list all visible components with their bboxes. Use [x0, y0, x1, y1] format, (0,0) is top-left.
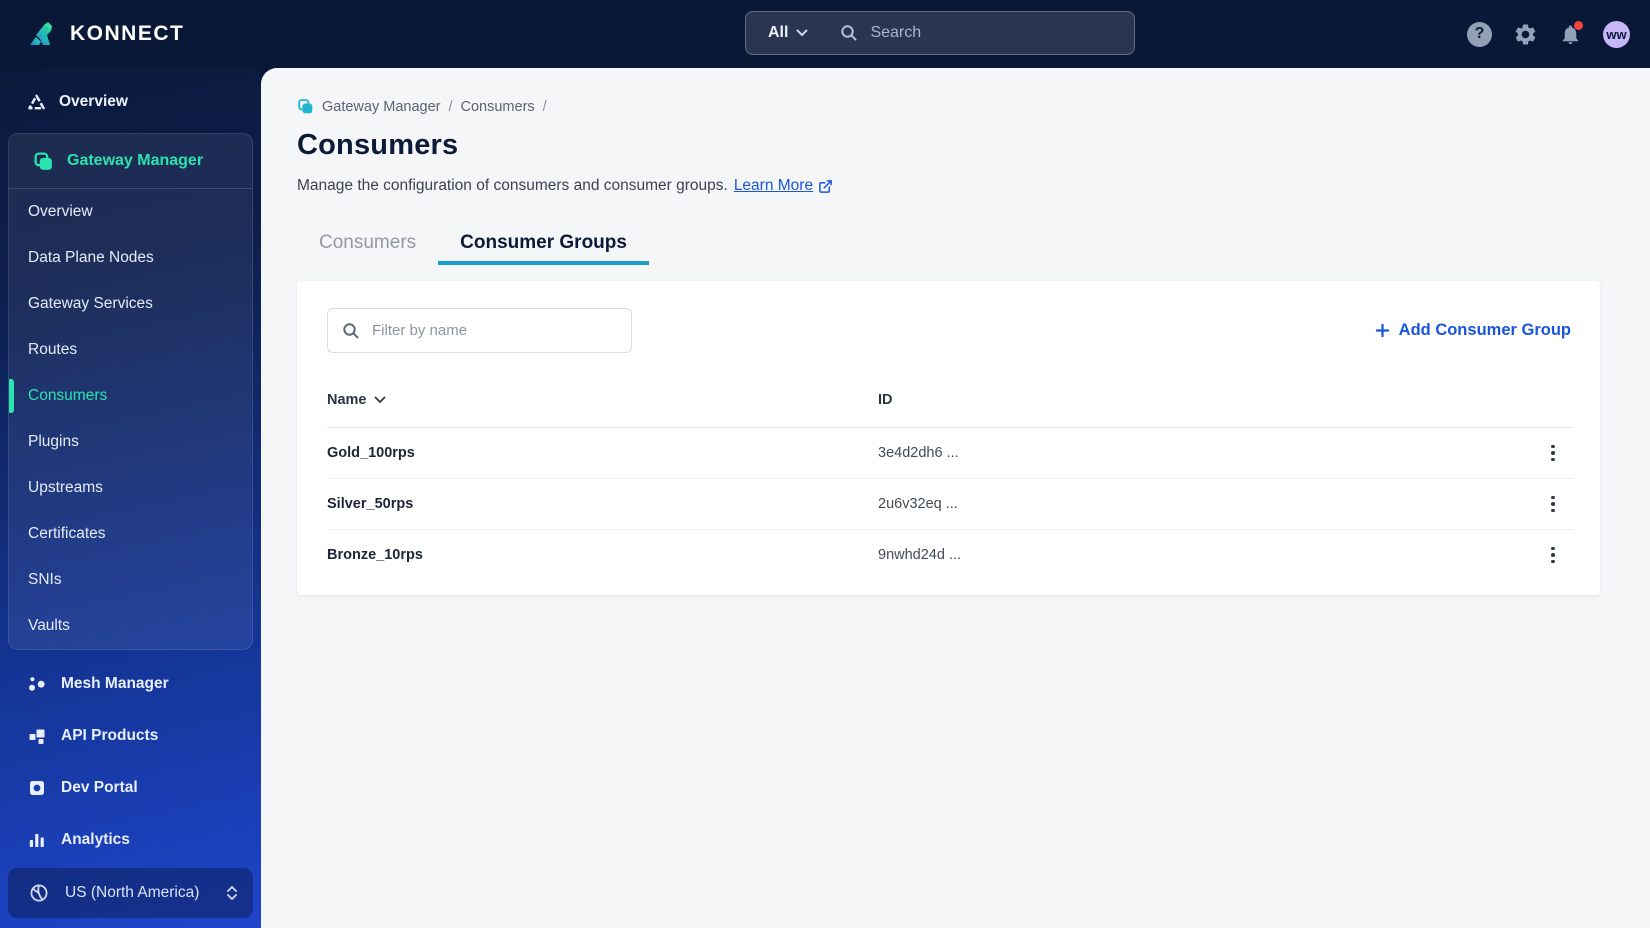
- sidebar-item-certificates[interactable]: Certificates: [9, 511, 252, 557]
- notifications-button[interactable]: [1559, 20, 1583, 46]
- breadcrumb: Gateway Manager / Consumers /: [297, 98, 1600, 115]
- main-content: Gateway Manager / Consumers / Consumers …: [261, 68, 1650, 928]
- column-label: ID: [878, 392, 893, 408]
- region-selector[interactable]: US (North America): [8, 868, 253, 918]
- page-title: Consumers: [297, 129, 459, 161]
- breadcrumb-separator: /: [542, 98, 547, 115]
- sidebar-item-label: Overview: [59, 93, 128, 110]
- dev-portal-icon: [27, 778, 47, 798]
- sidebar-item-plugins[interactable]: Plugins: [9, 419, 252, 465]
- top-navbar: KONNECT All ?: [0, 0, 1650, 68]
- search-icon: [342, 322, 360, 340]
- table-header: Name ID: [327, 373, 1573, 428]
- row-actions-button[interactable]: [1533, 439, 1573, 468]
- settings-button[interactable]: [1513, 22, 1538, 47]
- consumer-groups-card: Add Consumer Group Name ID Gold_100rps 3…: [297, 281, 1600, 595]
- table-row: Gold_100rps 3e4d2dh6 ...: [327, 428, 1573, 479]
- external-link-icon: [818, 179, 833, 194]
- analytics-icon: [27, 830, 47, 850]
- user-avatar[interactable]: ww: [1603, 20, 1630, 48]
- column-label: Name: [327, 392, 367, 408]
- column-header-name[interactable]: Name: [327, 392, 878, 408]
- tab-consumer-groups[interactable]: Consumer Groups: [438, 221, 649, 265]
- sidebar-item-label: Consumers: [28, 387, 108, 404]
- sidebar-item-upstreams[interactable]: Upstreams: [9, 465, 252, 511]
- sidebar-item-label: Mesh Manager: [61, 675, 169, 692]
- breadcrumb-separator: /: [448, 98, 453, 115]
- sidebar: Overview Gateway Manager Overview Data P…: [0, 0, 261, 928]
- search-scope-dropdown[interactable]: All: [760, 24, 814, 42]
- search-input[interactable]: [868, 23, 1120, 43]
- tab-bar: Consumers Consumer Groups: [297, 221, 1600, 265]
- sidebar-item-dev-portal[interactable]: Dev Portal: [8, 762, 253, 814]
- up-down-chevron-icon: [227, 886, 237, 900]
- table-row: Bronze_10rps 9nwhd24d ...: [327, 530, 1573, 580]
- table-row: Silver_50rps 2u6v32eq ...: [327, 479, 1573, 530]
- cell-id: 2u6v32eq ...: [878, 496, 958, 512]
- sidebar-item-data-plane-nodes[interactable]: Data Plane Nodes: [9, 235, 252, 281]
- sidebar-item-consumers[interactable]: Consumers: [9, 373, 252, 419]
- kebab-icon: [1551, 444, 1555, 449]
- sidebar-item-gw-overview[interactable]: Overview: [9, 189, 252, 235]
- row-actions-button[interactable]: [1533, 541, 1573, 570]
- gateway-manager-icon: [33, 151, 54, 172]
- gateway-manager-label: Gateway Manager: [67, 152, 204, 169]
- sidebar-item-overview[interactable]: Overview: [8, 82, 253, 122]
- sidebar-item-snis[interactable]: SNIs: [9, 557, 252, 603]
- learn-more-label: Learn More: [733, 177, 814, 194]
- search-scope-value: All: [768, 24, 789, 41]
- cell-id: 9nwhd24d ...: [878, 547, 962, 563]
- sidebar-item-gateway-services[interactable]: Gateway Services: [9, 281, 252, 327]
- breadcrumb-gateway-manager[interactable]: Gateway Manager: [322, 99, 440, 115]
- api-products-icon: [27, 726, 47, 746]
- kebab-icon: [1551, 495, 1555, 500]
- sidebar-item-mesh-manager[interactable]: Mesh Manager: [8, 658, 253, 710]
- row-actions-button[interactable]: [1533, 490, 1573, 519]
- globe-icon: [28, 882, 50, 904]
- cell-name[interactable]: Gold_100rps: [327, 445, 878, 461]
- cell-name[interactable]: Bronze_10rps: [327, 547, 878, 563]
- filter-field: [327, 308, 632, 353]
- sidebar-item-vaults[interactable]: Vaults: [9, 603, 252, 649]
- gateway-manager-panel: Gateway Manager Overview Data Plane Node…: [8, 133, 253, 650]
- column-header-id: ID: [878, 392, 1533, 408]
- mesh-manager-icon: [27, 674, 47, 694]
- sidebar-item-label: Analytics: [61, 831, 130, 848]
- help-icon: ?: [1467, 21, 1492, 47]
- learn-more-link[interactable]: Learn More: [734, 177, 833, 195]
- description-text: Manage the configuration of consumers an…: [297, 177, 728, 194]
- kong-logo-icon: [24, 17, 58, 51]
- sidebar-item-routes[interactable]: Routes: [9, 327, 252, 373]
- breadcrumb-consumers[interactable]: Consumers: [461, 99, 535, 115]
- region-label: US (North America): [65, 884, 200, 901]
- sort-chevron-icon: [374, 396, 386, 404]
- page-description: Manage the configuration of consumers an…: [297, 177, 1600, 195]
- consumer-groups-table: Name ID Gold_100rps 3e4d2dh6 ... Silver_…: [327, 373, 1573, 580]
- gear-icon: [1513, 22, 1538, 47]
- plus-icon: [1375, 323, 1390, 338]
- cell-id: 3e4d2dh6 ...: [878, 445, 959, 461]
- sidebar-item-gateway-manager[interactable]: Gateway Manager: [9, 134, 252, 188]
- chevron-down-icon: [796, 29, 808, 37]
- bell-icon: [1559, 20, 1583, 46]
- kebab-icon: [1551, 546, 1555, 551]
- notification-dot: [1574, 20, 1583, 30]
- gateway-manager-breadcrumb-icon: [297, 98, 314, 115]
- active-item-indicator: [9, 379, 14, 413]
- help-button[interactable]: ?: [1467, 21, 1492, 47]
- cell-name[interactable]: Silver_50rps: [327, 496, 878, 512]
- add-button-label: Add Consumer Group: [1398, 321, 1571, 339]
- konnect-logo[interactable]: KONNECT: [24, 0, 184, 68]
- sidebar-item-analytics[interactable]: Analytics: [8, 814, 253, 866]
- tab-consumers[interactable]: Consumers: [297, 221, 438, 265]
- sidebar-item-api-products[interactable]: API Products: [8, 710, 253, 762]
- sidebar-item-label: Dev Portal: [61, 779, 138, 796]
- global-search: All: [745, 11, 1135, 55]
- add-consumer-group-button[interactable]: Add Consumer Group: [1373, 321, 1573, 340]
- filter-by-name-input[interactable]: [370, 321, 617, 340]
- search-icon: [840, 24, 858, 42]
- logo-wordmark: KONNECT: [70, 22, 185, 45]
- overview-icon: [27, 93, 46, 112]
- sidebar-item-label: API Products: [61, 727, 159, 744]
